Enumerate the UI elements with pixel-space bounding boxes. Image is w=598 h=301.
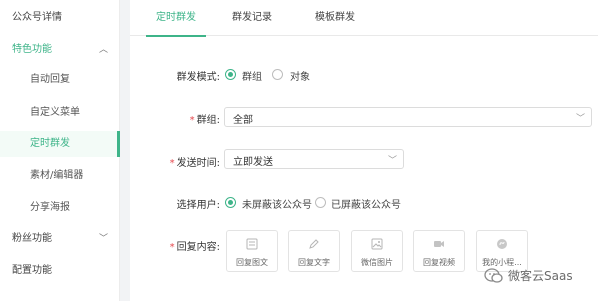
users-radio-blocked[interactable]: [315, 197, 326, 208]
reply-text-button[interactable]: 回复文字: [288, 230, 340, 272]
chevron-down-icon: ﹀: [387, 156, 397, 166]
sidebar-item-label: 特色功能: [12, 44, 52, 55]
reply-button-label: 回复图文: [236, 258, 268, 267]
pencil-icon: [309, 239, 319, 249]
tab-template-broadcast[interactable]: 模板群发: [305, 0, 365, 36]
sidebar-item-label: 配置功能: [12, 265, 52, 276]
group-label: * 群组:: [189, 115, 220, 126]
sidebar-item-materials-editor[interactable]: 素材/编辑器: [0, 163, 120, 189]
sidebar-item-label: 自定义菜单: [30, 107, 80, 118]
sidebar-item-label: 自动回复: [30, 74, 70, 85]
video-icon: [434, 241, 444, 247]
tab-bar: 定时群发 群发记录 模板群发: [130, 0, 598, 37]
send-time-select[interactable]: 立即发送 ﹀: [224, 149, 404, 169]
tab-label: 模板群发: [315, 12, 355, 23]
sidebar-item-scheduled-broadcast[interactable]: 定时群发: [0, 131, 120, 157]
picture-icon: [371, 238, 383, 250]
tab-label: 定时群发: [156, 12, 196, 23]
reply-button-label: 微信图片: [361, 258, 393, 267]
sidebar-item-auto-reply[interactable]: 自动回复: [0, 67, 120, 93]
reply-button-label: 回复文字: [298, 258, 330, 267]
image-text-icon: [246, 238, 258, 250]
reply-video-button[interactable]: 回复视频: [413, 230, 465, 272]
tab-label: 群发记录: [232, 12, 272, 23]
main-panel: 定时群发 群发记录 模板群发 群发模式: 群组 对象 * 群组: 全部 ﹀ * 发送…: [130, 0, 598, 301]
wechat-logo-icon: [484, 268, 503, 283]
sidebar-item-label: 分享海报: [30, 202, 70, 213]
watermark: 微客云Saas: [482, 262, 592, 292]
sidebar-item-label: 素材/编辑器: [30, 170, 84, 181]
tab-broadcast-records[interactable]: 群发记录: [222, 0, 282, 36]
mode-radio-group[interactable]: [225, 69, 236, 80]
users-radio-unblocked[interactable]: [225, 197, 236, 208]
sidebar-item-features[interactable]: 特色功能 ︿: [0, 37, 120, 63]
mini-program-icon: [497, 239, 507, 249]
reply-content-label: * 回复内容:: [169, 242, 220, 253]
send-time-select-value: 立即发送: [233, 157, 273, 168]
sidebar-item-label: 粉丝功能: [12, 233, 52, 244]
users-option-unblocked-label: 未屏蔽该公众号: [242, 200, 312, 211]
mode-option-group-label: 群组: [242, 72, 262, 83]
reply-image-button[interactable]: 微信图片: [351, 230, 403, 272]
sidebar-item-fans[interactable]: 粉丝功能 ﹀: [0, 226, 120, 252]
group-select-value: 全部: [233, 115, 253, 126]
app: 公众号详情 特色功能 ︿ 自动回复 自定义菜单 定时群发 素材/编辑器 分享海报…: [0, 0, 598, 301]
chevron-down-icon: ﹀: [575, 114, 585, 124]
users-option-blocked-label: 已屏蔽该公众号: [331, 200, 401, 211]
mode-option-target-label: 对象: [290, 72, 310, 83]
sidebar-item-label: 公众号详情: [12, 12, 62, 23]
tab-scheduled-broadcast[interactable]: 定时群发: [146, 0, 206, 37]
sidebar-item-share-poster[interactable]: 分享海报: [0, 195, 120, 221]
sidebar-item-account-details[interactable]: 公众号详情: [0, 5, 120, 31]
sidebar-item-custom-menu[interactable]: 自定义菜单: [0, 100, 120, 126]
watermark-text: 微客云Saas: [508, 269, 573, 283]
chevron-down-icon: ﹀: [98, 234, 108, 244]
group-select[interactable]: 全部 ﹀: [224, 107, 592, 127]
sidebar: 公众号详情 特色功能 ︿ 自动回复 自定义菜单 定时群发 素材/编辑器 分享海报…: [0, 0, 120, 301]
send-time-label: * 发送时间:: [169, 158, 220, 169]
sidebar-item-label: 定时群发: [30, 138, 70, 149]
chevron-up-icon: ︿: [98, 45, 108, 55]
mode-label: 群发模式:: [176, 72, 220, 83]
reply-button-label: 回复视频: [423, 258, 455, 267]
users-label: 选择用户:: [176, 200, 220, 211]
mode-radio-target[interactable]: [272, 69, 283, 80]
sidebar-item-config[interactable]: 配置功能: [0, 258, 120, 284]
reply-image-text-button[interactable]: 回复图文: [226, 230, 278, 272]
